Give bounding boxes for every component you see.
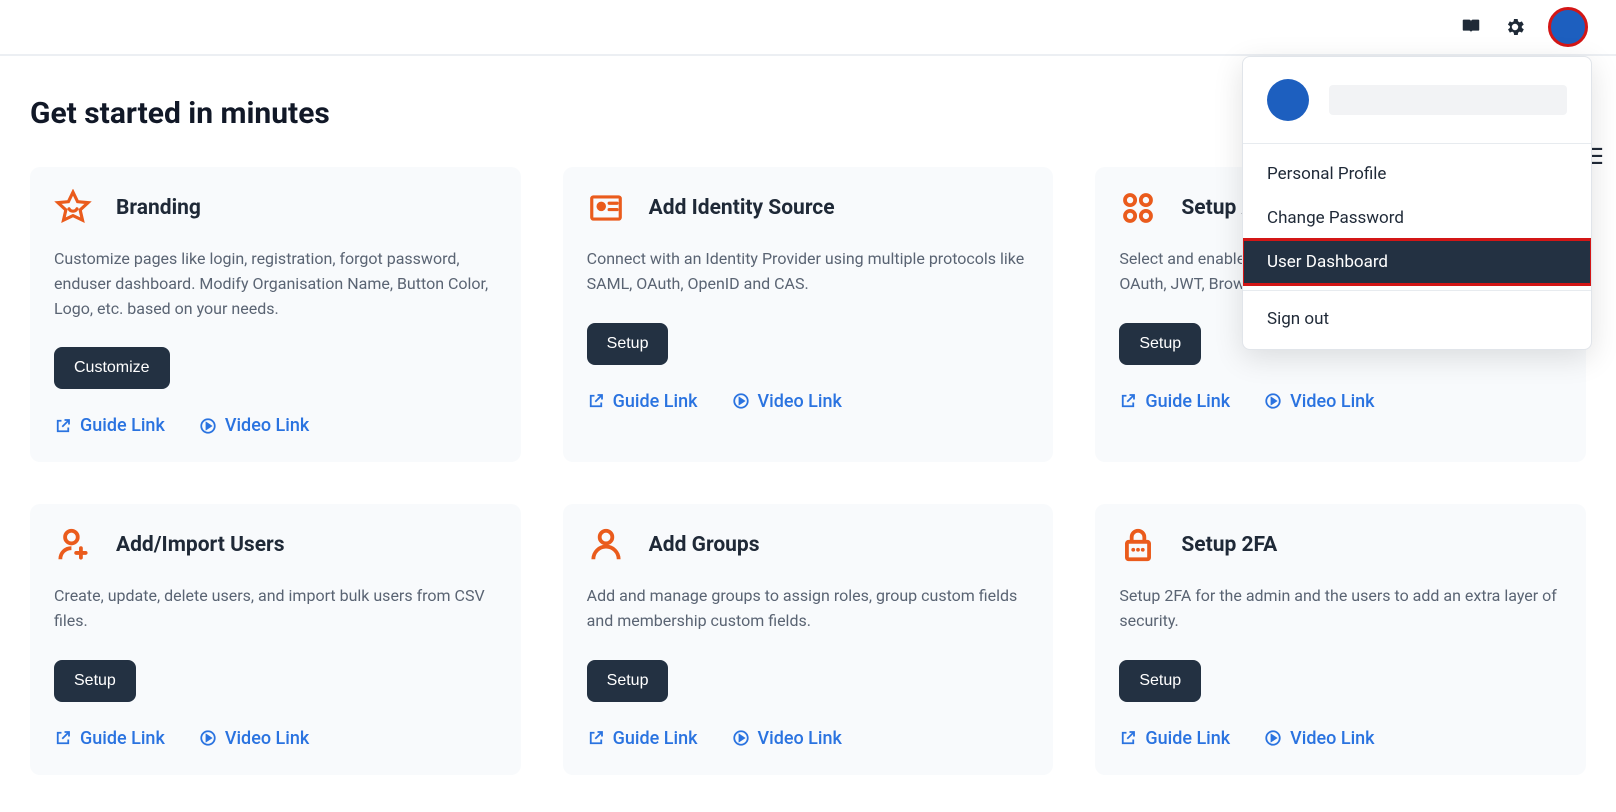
setup-button[interactable]: Setup xyxy=(587,323,669,365)
video-link[interactable]: Video Link xyxy=(1264,391,1374,412)
apps-icon xyxy=(1119,189,1157,227)
user-plus-icon xyxy=(54,526,92,564)
card-add-groups: Add Groups Add and manage groups to assi… xyxy=(563,504,1054,775)
setup-button[interactable]: Setup xyxy=(54,660,136,702)
video-link-label: Video Link xyxy=(225,728,309,749)
video-link-label: Video Link xyxy=(758,391,842,412)
guide-link-label: Guide Link xyxy=(80,728,165,749)
card-description: Add and manage groups to assign roles, g… xyxy=(587,584,1030,634)
card-title: Branding xyxy=(116,196,201,220)
avatar[interactable] xyxy=(1548,7,1588,47)
user-name-placeholder xyxy=(1329,85,1567,115)
card-title: Add Identity Source xyxy=(649,196,835,220)
card-title: Add/Import Users xyxy=(116,533,285,557)
card-title: Add Groups xyxy=(649,533,760,557)
guide-link-label: Guide Link xyxy=(613,391,698,412)
video-link[interactable]: Video Link xyxy=(732,728,842,749)
video-link[interactable]: Video Link xyxy=(199,415,309,436)
video-link[interactable]: Video Link xyxy=(1264,728,1374,749)
guide-link-label: Guide Link xyxy=(80,415,165,436)
user-menu-header xyxy=(1243,57,1591,144)
card-setup-2fa: Setup 2FA Setup 2FA for the admin and th… xyxy=(1095,504,1586,775)
guide-link-label: Guide Link xyxy=(1145,391,1230,412)
user-menu-dropdown: Personal Profile Change Password User Da… xyxy=(1242,56,1592,350)
guide-link[interactable]: Guide Link xyxy=(1119,728,1230,749)
guide-link[interactable]: Guide Link xyxy=(54,415,165,436)
topbar xyxy=(0,0,1616,56)
card-identity-source: Add Identity Source Connect with an Iden… xyxy=(563,167,1054,462)
card-description: Setup 2FA for the admin and the users to… xyxy=(1119,584,1562,634)
menu-user-dashboard[interactable]: User Dashboard xyxy=(1243,240,1591,284)
guide-link[interactable]: Guide Link xyxy=(587,728,698,749)
menu-personal-profile[interactable]: Personal Profile xyxy=(1243,152,1591,196)
video-link[interactable]: Video Link xyxy=(732,391,842,412)
card-title: Setup 2FA xyxy=(1181,533,1277,557)
video-link-label: Video Link xyxy=(1290,391,1374,412)
card-add-users: Add/Import Users Create, update, delete … xyxy=(30,504,521,775)
guide-link-label: Guide Link xyxy=(1145,728,1230,749)
video-link-label: Video Link xyxy=(225,415,309,436)
setup-button[interactable]: Setup xyxy=(587,660,669,702)
guide-link[interactable]: Guide Link xyxy=(1119,391,1230,412)
menu-change-password[interactable]: Change Password xyxy=(1243,196,1591,240)
customize-button[interactable]: Customize xyxy=(54,347,170,389)
card-description: Customize pages like login, registration… xyxy=(54,247,497,321)
book-open-icon[interactable] xyxy=(1460,16,1482,38)
video-link-label: Video Link xyxy=(758,728,842,749)
id-card-icon xyxy=(587,189,625,227)
avatar-icon xyxy=(1267,79,1309,121)
card-description: Create, update, delete users, and import… xyxy=(54,584,497,634)
card-branding: Branding Customize pages like login, reg… xyxy=(30,167,521,462)
setup-button[interactable]: Setup xyxy=(1119,323,1201,365)
video-link[interactable]: Video Link xyxy=(199,728,309,749)
star-icon xyxy=(54,189,92,227)
menu-divider xyxy=(1243,290,1591,291)
lock-icon xyxy=(1119,526,1157,564)
setup-button[interactable]: Setup xyxy=(1119,660,1201,702)
user-icon xyxy=(587,526,625,564)
gear-icon[interactable] xyxy=(1504,16,1526,38)
card-description: Connect with an Identity Provider using … xyxy=(587,247,1030,297)
guide-link[interactable]: Guide Link xyxy=(54,728,165,749)
guide-link-label: Guide Link xyxy=(613,728,698,749)
video-link-label: Video Link xyxy=(1290,728,1374,749)
guide-link[interactable]: Guide Link xyxy=(587,391,698,412)
menu-sign-out[interactable]: Sign out xyxy=(1243,297,1591,341)
